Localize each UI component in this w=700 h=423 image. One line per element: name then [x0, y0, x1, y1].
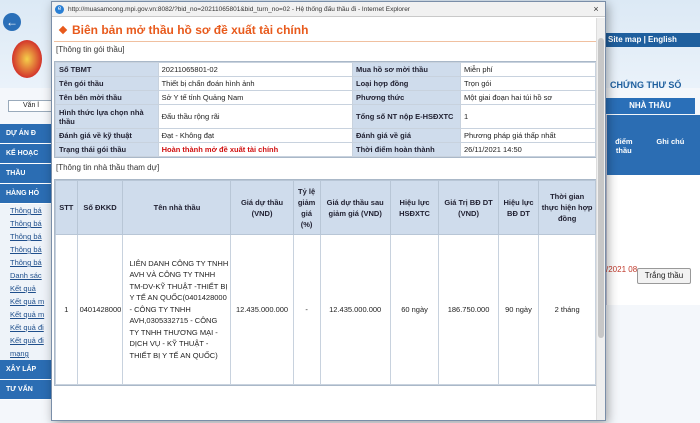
bidder-table: STT Số ĐKKD Tên nhà thầu Giá dự thầu (VND) T… — [55, 180, 596, 385]
info-value: Phương pháp giá thấp nhất — [459, 128, 597, 143]
info-label: Tổng số NT nộp E-HSĐXTC — [351, 104, 461, 129]
bidder-stt-cell: 1 — [55, 234, 78, 385]
bidder-name-cell: LIÊN DANH CÔNG TY TNHH AVH VÀ CÔNG TY TN… — [122, 234, 232, 385]
bidder-duration-cell: 2 tháng — [538, 234, 596, 385]
window-titlebar: e http://muasamcong.mpi.gov.vn:8082/?bid… — [52, 2, 605, 17]
info-row: Tên bên mời thầu Sở Y tế tỉnh Quảng Nam Ph… — [55, 90, 597, 105]
left-menu-item[interactable]: Thông bá — [0, 243, 55, 256]
scrollbar-thumb[interactable] — [598, 38, 604, 338]
bidder-col-header: Hiệu lực BĐ DT — [497, 180, 540, 235]
bidder-col-header: Hiệu lực HSĐXTC — [389, 180, 440, 235]
info-label: Tên gói thầu — [55, 76, 159, 91]
left-menu-item[interactable]: Kết quả — [0, 282, 55, 295]
left-menu-item[interactable]: Danh sác — [0, 269, 55, 282]
results-panel-header: điểm thầu Ghi chú — [607, 115, 700, 175]
info-row: Số TBMT 20211065801-02 Mua hồ sơ mời thầu M… — [55, 62, 597, 77]
info-value: Một giai đoạn hai túi hồ sơ — [459, 90, 597, 105]
info-label: Hình thức lựa chọn nhà thầu — [55, 104, 159, 129]
info-row: Hình thức lựa chọn nhà thầu Đấu thầu rộng… — [55, 104, 597, 129]
bidder-info-section: STT Số ĐKKD Tên nhà thầu Giá dự thầu (VND) T… — [54, 179, 597, 386]
info-value: Trọn gói — [459, 76, 597, 91]
info-value: 26/11/2021 14:50 — [459, 142, 597, 157]
left-menu-item[interactable]: XÂY LẮP — [0, 360, 55, 380]
left-menu-item[interactable]: Kết quả đi — [0, 334, 55, 347]
vertical-scrollbar[interactable] — [596, 18, 605, 420]
close-icon[interactable]: × — [587, 4, 605, 14]
left-menu-item[interactable]: Thông bá — [0, 204, 55, 217]
left-menu-item[interactable]: Kết quả m — [0, 308, 55, 321]
col-header-notes: Ghi chú — [656, 137, 685, 146]
bidder-col-header: Giá dự thầu (VND) — [230, 180, 294, 235]
bidder-col-header: Tên nhà thầu — [122, 180, 232, 235]
left-menu-item[interactable]: KẾ HOẠC — [0, 144, 55, 164]
info-value: 1 — [459, 104, 597, 129]
info-value: Hoàn thành mở đề xuất tài chính — [157, 142, 353, 157]
col-header-bid-time: điểm thầu — [615, 137, 633, 155]
table-row: 1 0401428000 LIÊN DANH CÔNG TY TNHH AVH VÀ… — [55, 234, 596, 385]
national-emblem-icon — [12, 40, 42, 78]
bidder-col-header: Tỷ lệ giảm giá (%) — [292, 180, 321, 235]
info-label: Số TBMT — [55, 62, 159, 77]
back-arrow-icon[interactable]: ← — [3, 13, 21, 31]
info-label: Đánh giá về kỹ thuật — [55, 128, 159, 143]
info-label: Tên bên mời thầu — [55, 90, 159, 105]
bidder-guarantee-cell: 186.750.000 — [438, 234, 499, 385]
info-row: Đánh giá về kỹ thuật Đạt - Không đạt Đánh … — [55, 128, 597, 143]
info-value: Đạt - Không đạt — [157, 128, 353, 143]
info-label: Mua hồ sơ mời thầu — [351, 62, 461, 77]
info-row: Tên gói thầu Thiết bị chẩn đoán hình ảnh L… — [55, 76, 597, 91]
left-menu-item[interactable]: Thông bá — [0, 217, 55, 230]
left-menu-item[interactable]: TƯ VẤN — [0, 380, 55, 400]
info-label: Thời điểm hoàn thành — [351, 142, 461, 157]
diamond-icon — [58, 25, 68, 34]
contractor-nav-button[interactable]: NHÀ THẦU — [605, 98, 695, 114]
left-menu-item[interactable]: Kết quả đi — [0, 321, 55, 334]
bidder-guarantee-validity-cell: 90 ngày — [497, 234, 540, 385]
bid-status-button[interactable]: Trắng thầu — [637, 268, 691, 284]
info-value: 20211065801-02 — [157, 62, 353, 77]
bidder-col-header: Giá Trị BĐ DT (VND) — [438, 180, 499, 235]
left-menu: DỰ ÁN Đ KẾ HOẠC THẦU HÀNG HÓ Thông bá Thông b… — [0, 124, 55, 400]
banner-text: CHỨNG THƯ SỐ — [610, 80, 682, 90]
info-value: Miễn phí — [459, 62, 597, 77]
package-info-section: Số TBMT 20211065801-02 Mua hồ sơ mời thầu M… — [54, 61, 597, 158]
left-menu-item[interactable]: Thông bá — [0, 256, 55, 269]
bidder-validity-cell: 60 ngày — [389, 234, 440, 385]
package-info-legend: [Thông tin gói thầu] — [56, 45, 125, 54]
result-date: /2021 08 — [606, 265, 638, 274]
info-value: Sở Y tế tỉnh Quảng Nam — [157, 90, 353, 105]
bidder-col-header: STT — [55, 180, 78, 235]
bidder-price-after-cell: 12.435.000.000 — [319, 234, 391, 385]
popup-window: e http://muasamcong.mpi.gov.vn:8082/?bid… — [51, 1, 606, 421]
left-menu-item[interactable]: THẦU — [0, 164, 55, 184]
package-info-table: Số TBMT 20211065801-02 Mua hồ sơ mời thầu M… — [55, 62, 597, 157]
page-title: Biên bản mở thầu hồ sơ đề xuất tài chính — [72, 22, 309, 37]
info-label: Đánh giá về giá — [351, 128, 461, 143]
window-title: http://muasamcong.mpi.gov.vn:8082/?bid_n… — [68, 5, 410, 13]
info-label: Phương thức — [351, 90, 461, 105]
internet-explorer-icon: e — [55, 4, 64, 14]
portal-search-input[interactable]: Văn l — [8, 100, 53, 112]
popup-content: Biên bản mở thầu hồ sơ đề xuất tài chính… — [52, 18, 597, 420]
left-menu-item[interactable]: DỰ ÁN Đ — [0, 124, 55, 144]
left-menu-item[interactable]: mạng — [0, 347, 55, 360]
left-menu-item[interactable]: HÀNG HÓ — [0, 184, 55, 204]
bidder-col-header: Số ĐKKD — [76, 180, 124, 235]
info-row: Trạng thái gói thầu Hoàn thành mở đề xuất… — [55, 142, 597, 157]
left-menu-item[interactable]: Kết quả m — [0, 295, 55, 308]
info-value: Đấu thầu rộng rãi — [157, 104, 353, 129]
bidder-info-legend: [Thông tin nhà thầu tham dự] — [56, 163, 160, 172]
site-links[interactable]: Site map | English — [604, 33, 700, 47]
info-label: Trạng thái gói thầu — [55, 142, 159, 157]
bidder-col-header: Thời gian thực hiện hợp đồng — [538, 180, 596, 235]
bidder-dkkd-cell: 0401428000 — [76, 234, 124, 385]
bidder-price-cell: 12.435.000.000 — [230, 234, 294, 385]
bidder-col-header: Giá dự thầu sau giảm giá (VND) — [319, 180, 391, 235]
left-menu-item[interactable]: Thông bá — [0, 230, 55, 243]
page-title-bar: Biên bản mở thầu hồ sơ đề xuất tài chính — [54, 18, 597, 42]
info-label: Loại hợp đồng — [351, 76, 461, 91]
bidder-discount-cell: - — [292, 234, 321, 385]
info-value: Thiết bị chẩn đoán hình ảnh — [157, 76, 353, 91]
